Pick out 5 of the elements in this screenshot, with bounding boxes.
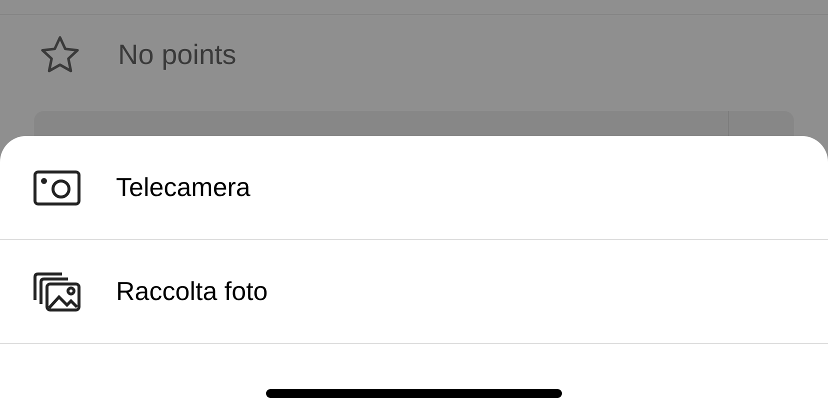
camera-icon [33,170,81,206]
points-label: No points [118,38,236,72]
sheet-option[interactable]: Telecamera [0,136,828,240]
photo-library-icon [33,272,81,312]
sheet-option[interactable]: Raccolta foto [0,240,828,344]
